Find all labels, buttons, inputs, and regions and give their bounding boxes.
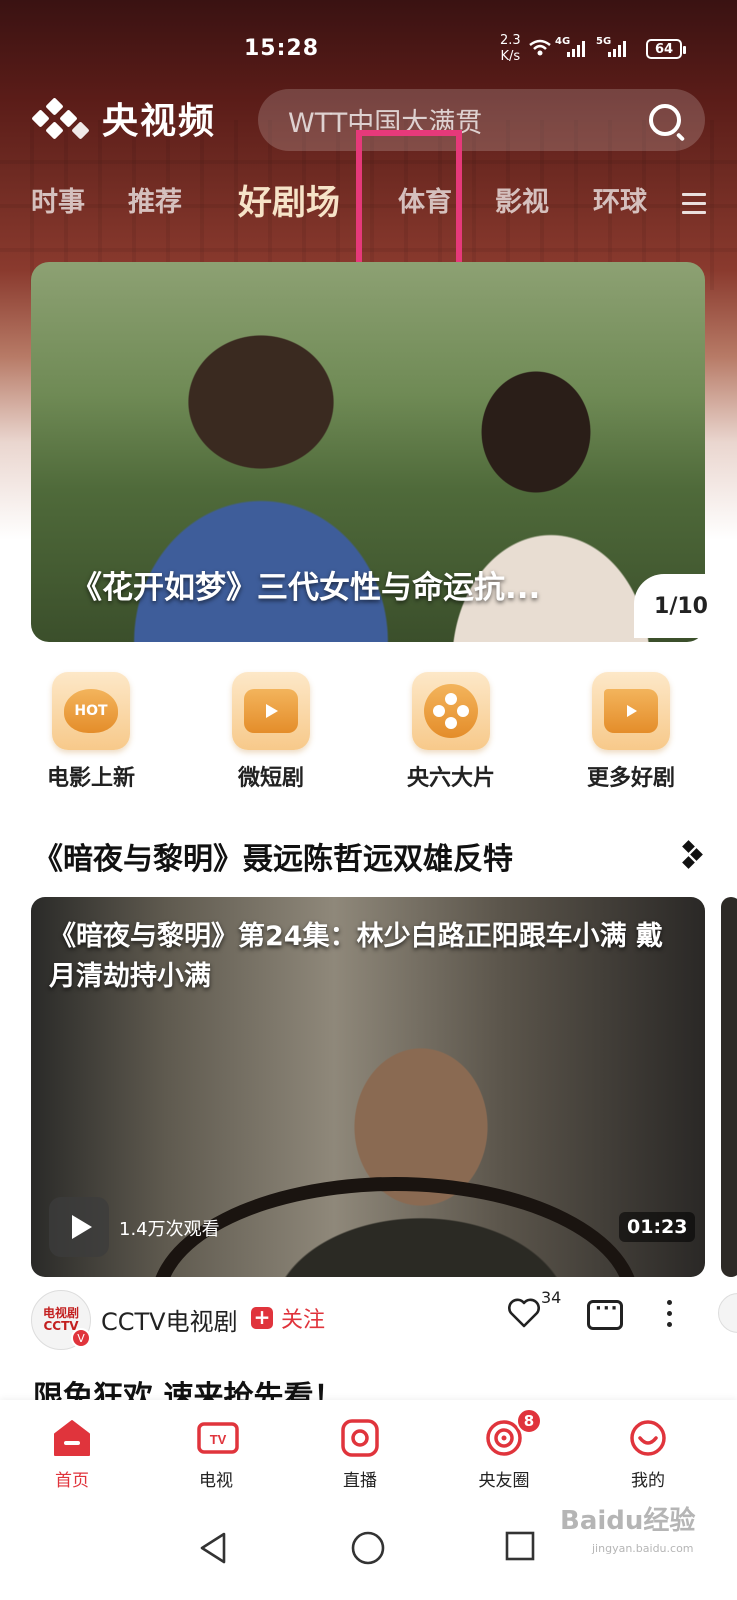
shortcut-label: 微短剧 xyxy=(237,766,304,791)
recent-apps-icon[interactable] xyxy=(504,1530,536,1562)
app-logo[interactable]: 央视频 xyxy=(30,92,216,144)
view-count: 1.4万次观看 xyxy=(119,1219,220,1240)
nav-friends-circle[interactable]: 8 央友圈 xyxy=(454,1408,554,1491)
back-icon[interactable] xyxy=(196,1530,230,1566)
play-button[interactable] xyxy=(49,1197,109,1257)
follow-label: 关注 xyxy=(281,1308,326,1333)
banner-caption: 《花开如梦》三代女性与命运抗... xyxy=(71,570,541,606)
video-title: 《暗夜与黎明》第24集：林少白路正阳跟车小满 戴月清劫持小满 xyxy=(49,921,663,992)
nav-label: 直播 xyxy=(343,1471,377,1491)
net-speed-value: 2.3 xyxy=(500,33,521,48)
watermark-url: jingyan.baidu.com xyxy=(592,1542,694,1555)
status-time: 15:28 xyxy=(244,36,320,61)
plus-icon: + xyxy=(251,1307,273,1329)
section-more-icon[interactable] xyxy=(682,840,703,869)
signal-4g-icon xyxy=(567,41,585,57)
follow-button[interactable]: + 关注 xyxy=(251,1302,325,1334)
search-bar[interactable]: WTT中国大满贯 xyxy=(258,89,705,151)
verified-icon: V xyxy=(71,1328,91,1348)
shortcut-label: 央六大片 xyxy=(406,766,495,791)
tv-icon: TV xyxy=(196,1418,239,1458)
tab-recommended[interactable]: 推荐 xyxy=(128,180,182,219)
live-icon xyxy=(340,1418,380,1458)
shortcut-micro-drama[interactable]: 微短剧 xyxy=(196,672,346,792)
nav-label: 首页 xyxy=(55,1471,89,1491)
net-speed: 2.3 K/s xyxy=(500,33,521,65)
category-shortcuts: HOT 电影上新 微短剧 央六大片 更多好剧 xyxy=(0,672,737,792)
hot-icon: HOT xyxy=(52,672,130,750)
signal-5g-icon xyxy=(608,41,626,57)
nav-label: 央友圈 xyxy=(478,1471,530,1491)
comment-icon[interactable] xyxy=(587,1298,623,1330)
nav-home[interactable]: 首页 xyxy=(22,1418,122,1491)
nav-tv[interactable]: TV 电视 xyxy=(166,1418,266,1491)
status-bar: 15:28 2.3 K/s 4G 5G 64 xyxy=(0,0,737,90)
watermark-logo: Baidu经验 xyxy=(560,1506,696,1536)
tab-global[interactable]: 环球 xyxy=(593,180,649,219)
net-speed-unit: K/s xyxy=(500,49,521,64)
tab-film-tv[interactable]: 影视 xyxy=(495,180,549,219)
shortcut-label: 电影上新 xyxy=(46,766,135,791)
banner-page-counter: 1/10 xyxy=(634,574,724,638)
tab-current-affairs[interactable]: 时事 xyxy=(31,180,85,219)
hot-icon-text: HOT xyxy=(64,689,118,733)
shortcut-cctv6-films[interactable]: 央六大片 xyxy=(376,672,526,792)
like-button[interactable]: 34 xyxy=(507,1288,561,1332)
app-name: 央视频 xyxy=(102,101,217,142)
next-video-card-peek[interactable] xyxy=(721,897,737,1277)
home-circle-icon[interactable] xyxy=(350,1530,386,1566)
nav-live[interactable]: 直播 xyxy=(310,1418,410,1491)
nav-profile[interactable]: 我的 xyxy=(598,1418,698,1491)
video-duration: 01:23 xyxy=(619,1212,696,1242)
shortcut-label: 更多好剧 xyxy=(586,766,675,791)
cctv-logo-icon xyxy=(30,96,90,140)
search-icon[interactable] xyxy=(649,104,681,136)
tab-menu-icon[interactable] xyxy=(682,193,706,220)
notification-badge: 8 xyxy=(516,1408,542,1434)
like-count: 34 xyxy=(541,1288,562,1307)
shortcut-more-dramas[interactable]: 更多好剧 xyxy=(556,672,706,792)
nav-label: 我的 xyxy=(631,1471,665,1491)
friends-circle-icon: 8 xyxy=(484,1408,542,1458)
section-title[interactable]: 《暗夜与黎明》聂远陈哲远双雄反特 xyxy=(33,834,513,878)
shortcut-new-movies[interactable]: HOT 电影上新 xyxy=(16,672,166,792)
folder-play-icon xyxy=(592,672,670,750)
banner-carousel[interactable]: 《花开如梦》三代女性与命运抗... xyxy=(31,262,705,642)
battery-icon: 64 xyxy=(646,39,686,59)
tab-drama-theater[interactable]: 好剧场 xyxy=(238,175,340,224)
video-camera-icon xyxy=(232,672,310,750)
search-placeholder[interactable]: WTT中国大满贯 xyxy=(288,101,649,140)
svg-text:TV: TV xyxy=(210,1432,227,1447)
heart-icon xyxy=(508,1298,540,1328)
channel-row: 电视剧 CCTV V CCTV电视剧 + 关注 34 xyxy=(31,1288,731,1350)
nav-label: 电视 xyxy=(199,1471,233,1491)
profile-icon xyxy=(628,1418,668,1458)
wifi-icon xyxy=(529,39,551,56)
play-icon xyxy=(72,1215,92,1239)
bottom-navigation: 首页 TV 电视 直播 8 央友圈 我的 xyxy=(0,1400,737,1510)
video-card[interactable]: 《暗夜与黎明》第24集：林少白路正阳跟车小满 戴月清劫持小满 1.4万次观看 0… xyxy=(31,897,705,1277)
channel-name[interactable]: CCTV电视剧 xyxy=(101,1302,238,1337)
more-options-icon[interactable] xyxy=(667,1300,673,1333)
home-icon xyxy=(52,1418,92,1458)
film-reel-icon xyxy=(412,672,490,750)
